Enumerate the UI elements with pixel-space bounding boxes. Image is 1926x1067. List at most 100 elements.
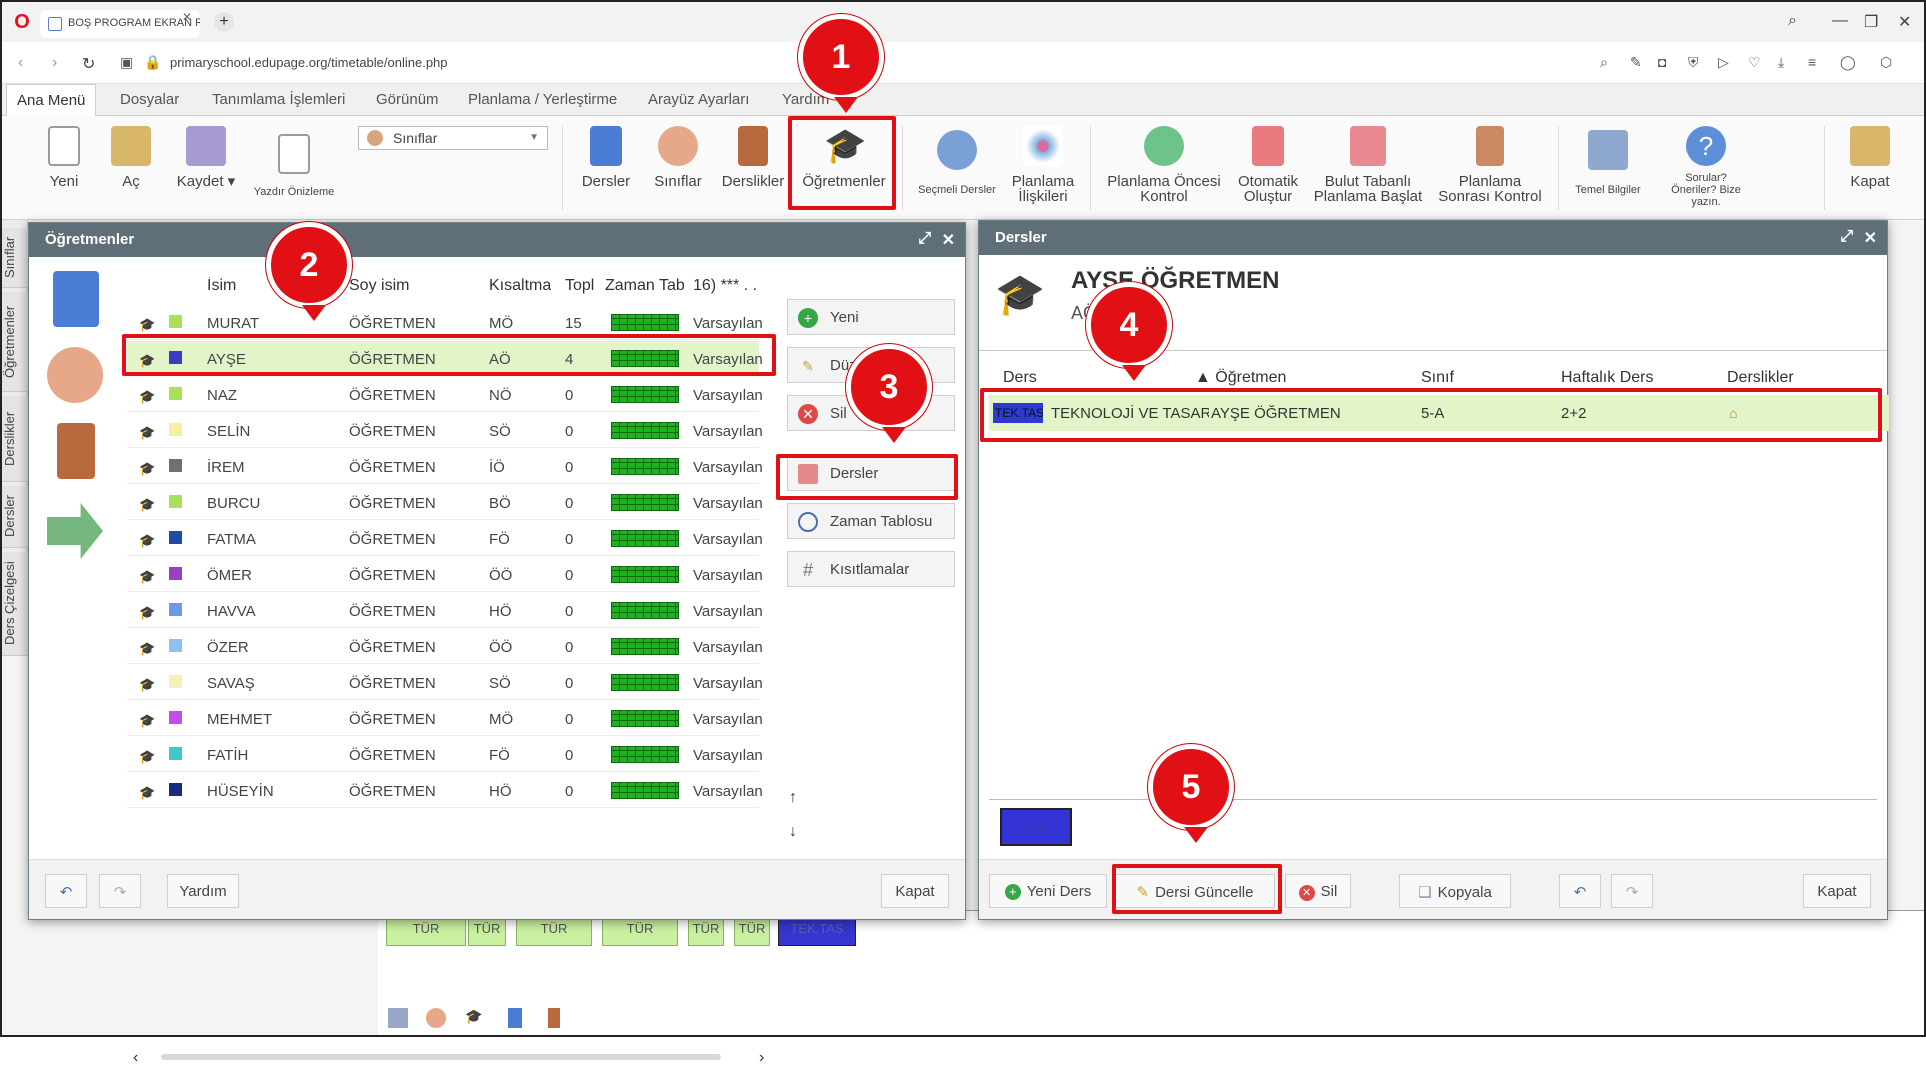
availability-grid[interactable] (611, 422, 679, 439)
new-lesson-button[interactable]: + Yeni Ders (989, 874, 1107, 908)
auto-generate-button[interactable]: Otomatik Oluştur (1232, 126, 1304, 204)
classrooms-door-icon[interactable] (57, 423, 95, 479)
url-field[interactable]: primaryschool.edupage.org/timetable/onli… (170, 55, 448, 70)
subjects-button[interactable]: Dersler (578, 126, 634, 189)
pre-check-button[interactable]: Planlama Öncesi Kontrol (1102, 126, 1226, 204)
undo-button[interactable]: ↶ (1559, 874, 1601, 908)
teacher-timetable-button[interactable]: Zaman Tablosu (787, 503, 955, 539)
teacher-row[interactable]: 🎓 SAVAŞ ÖĞRETMEN SÖ 0 Varsayılan (127, 665, 763, 700)
teacher-row[interactable]: 🎓 NAZ ÖĞRETMEN NÖ 0 Varsayılan (127, 377, 763, 412)
side-tab-timetable[interactable]: Ders Çizelgesi (2, 552, 28, 656)
availability-grid[interactable] (611, 710, 679, 727)
students-icon[interactable] (426, 1008, 446, 1028)
restore-icon[interactable]: ❐ (1864, 12, 1878, 32)
clipboard-icon[interactable]: ▣ (120, 54, 133, 71)
teacher-row[interactable]: 🎓 MEHMET ÖĞRETMEN MÖ 0 Varsayılan (127, 701, 763, 736)
availability-grid[interactable] (611, 566, 679, 583)
availability-grid[interactable] (611, 458, 679, 475)
teacher-row[interactable]: 🎓 ÖZER ÖĞRETMEN ÖÖ 0 Varsayılan (127, 629, 763, 664)
book-icon[interactable] (508, 1008, 522, 1028)
close-icon[interactable]: ✕ (1864, 228, 1877, 248)
back-icon[interactable]: ‹ (18, 54, 23, 72)
col-short[interactable]: Kısaltma (489, 277, 551, 295)
scroll-right-icon[interactable]: › (759, 1049, 764, 1067)
download-icon[interactable]: ⤓ (1778, 54, 1784, 71)
menu-planning[interactable]: Planlama / Yerleştirme (458, 84, 627, 116)
camera-icon[interactable]: ◘ (1658, 54, 1666, 70)
teacher-constraints-button[interactable]: # Kısıtlamalar (787, 551, 955, 587)
teacher-row[interactable]: 🎓 BURCU ÖĞRETMEN BÖ 0 Varsayılan (127, 485, 763, 520)
help-button[interactable]: Yardım (167, 874, 239, 908)
feedback-button[interactable]: ? Sorular? Öneriler? Bize yazın. (1658, 126, 1754, 208)
move-down-icon[interactable]: ↓ (789, 823, 797, 841)
reload-icon[interactable]: ↻ (82, 54, 95, 74)
class-select-dropdown[interactable]: Sınıflar ▼ (358, 126, 548, 150)
availability-grid[interactable] (611, 386, 679, 403)
lessons-dialog-title-bar[interactable]: Dersler ⤢ ✕ (979, 221, 1887, 255)
browser-tab[interactable]: BOŞ PROGRAM EKRAN RE (40, 10, 200, 38)
class-chip[interactable]: 5-A (1000, 808, 1072, 846)
search-tabs-icon[interactable]: ⌕ (1788, 12, 1797, 30)
undo-button[interactable]: ↶ (45, 874, 87, 908)
teachers-close-button[interactable]: Kapat (881, 874, 949, 908)
teacher-row[interactable]: 🎓 ÖMER ÖĞRETMEN ÖÖ 0 Varsayılan (127, 557, 763, 592)
teacher-row[interactable]: 🎓 HAVVA ÖĞRETMEN HÖ 0 Varsayılan (127, 593, 763, 628)
copy-lesson-button[interactable]: ❏ Kopyala (1399, 874, 1511, 908)
teacher-row[interactable]: 🎓 FATİH ÖĞRETMEN FÖ 0 Varsayılan (127, 737, 763, 772)
cloud-planning-button[interactable]: Bulut Tabanlı Planlama Başlat (1312, 126, 1424, 204)
teachers-dialog-title-bar[interactable]: Öğretmenler ⤢ ✕ (29, 223, 965, 257)
col-teacher[interactable]: ▲ Öğretmen (1195, 369, 1286, 387)
teachers-arrow-icon[interactable] (47, 503, 103, 559)
heart-icon[interactable]: ♡ (1748, 54, 1761, 71)
menu-view[interactable]: Görünüm (366, 84, 449, 116)
planning-relations-button[interactable]: Planlama İlişkileri (1008, 126, 1078, 204)
menu-lines-icon[interactable]: ≡ (1808, 54, 1816, 70)
menu-interface-settings[interactable]: Arayüz Ayarları (638, 84, 759, 116)
teacher-row[interactable]: 🎓 SELİN ÖĞRETMEN SÖ 0 Varsayılan (127, 413, 763, 448)
profile-icon[interactable]: ◯ (1840, 54, 1856, 71)
horizontal-scrollbar[interactable] (161, 1054, 721, 1060)
teacher-new-button[interactable]: + Yeni (787, 299, 955, 335)
menu-definitions[interactable]: Tanımlama İşlemleri (202, 84, 355, 116)
minimize-icon[interactable]: — (1832, 12, 1848, 30)
open-button[interactable]: Aç (108, 126, 154, 189)
opera-logo-icon[interactable]: O (12, 12, 32, 32)
availability-grid[interactable] (611, 602, 679, 619)
zoom-icon[interactable]: ⌕ (1600, 54, 1608, 71)
availability-grid[interactable] (611, 674, 679, 691)
availability-grid[interactable] (611, 530, 679, 547)
col-name[interactable]: İsim (207, 277, 236, 295)
col-class[interactable]: Sınıf (1421, 369, 1454, 387)
col-subject[interactable]: Ders (1003, 369, 1037, 387)
col-total[interactable]: Topl (565, 277, 597, 295)
col-classrooms[interactable]: Derslikler (1727, 369, 1794, 387)
lessons-close-button[interactable]: Kapat (1803, 874, 1871, 908)
menu-files[interactable]: Dosyalar (110, 84, 189, 116)
edit-icon[interactable]: ✎ (1630, 54, 1642, 71)
shield-icon[interactable]: ⛨ (1688, 54, 1699, 71)
post-check-button[interactable]: Planlama Sonrası Kontrol (1434, 126, 1546, 204)
classrooms-button[interactable]: Derslikler (720, 126, 786, 189)
expand-icon[interactable]: ⤢ (918, 230, 931, 248)
classes-students-icon[interactable] (47, 347, 103, 403)
play-icon[interactable]: ▷ (1718, 54, 1729, 71)
window-close-icon[interactable]: ✕ (1898, 12, 1911, 32)
subjects-book-icon[interactable] (53, 271, 99, 327)
extensions-icon[interactable]: ⬡ (1880, 54, 1892, 71)
teacher-row[interactable]: 🎓 FATMA ÖĞRETMEN FÖ 0 Varsayılan (127, 521, 763, 556)
teacher-row[interactable]: 🎓 İREM ÖĞRETMEN İÖ 0 Varsayılan (127, 449, 763, 484)
basic-info-button[interactable]: Temel Bilgiler (1568, 130, 1648, 196)
scroll-left-icon[interactable]: ‹ (133, 1049, 138, 1067)
col-weekly[interactable]: Haftalık Ders (1561, 369, 1653, 387)
availability-grid[interactable] (611, 638, 679, 655)
delete-lesson-button[interactable]: ✕ Sil (1285, 874, 1351, 908)
close-app-button[interactable]: Kapat (1842, 126, 1898, 189)
col-timetable[interactable]: Zaman Tab (605, 277, 685, 295)
availability-grid[interactable] (611, 746, 679, 763)
new-button[interactable]: Yeni (38, 126, 90, 189)
redo-button[interactable]: ↷ (1611, 874, 1653, 908)
teacher-row[interactable]: 🎓 HÜSEYİN ÖĞRETMEN HÖ 0 Varsayılan (127, 773, 763, 808)
tab-close-icon[interactable]: ✕ (182, 10, 192, 24)
save-button[interactable]: Kaydet ▾ (174, 126, 238, 189)
availability-grid[interactable] (611, 494, 679, 511)
